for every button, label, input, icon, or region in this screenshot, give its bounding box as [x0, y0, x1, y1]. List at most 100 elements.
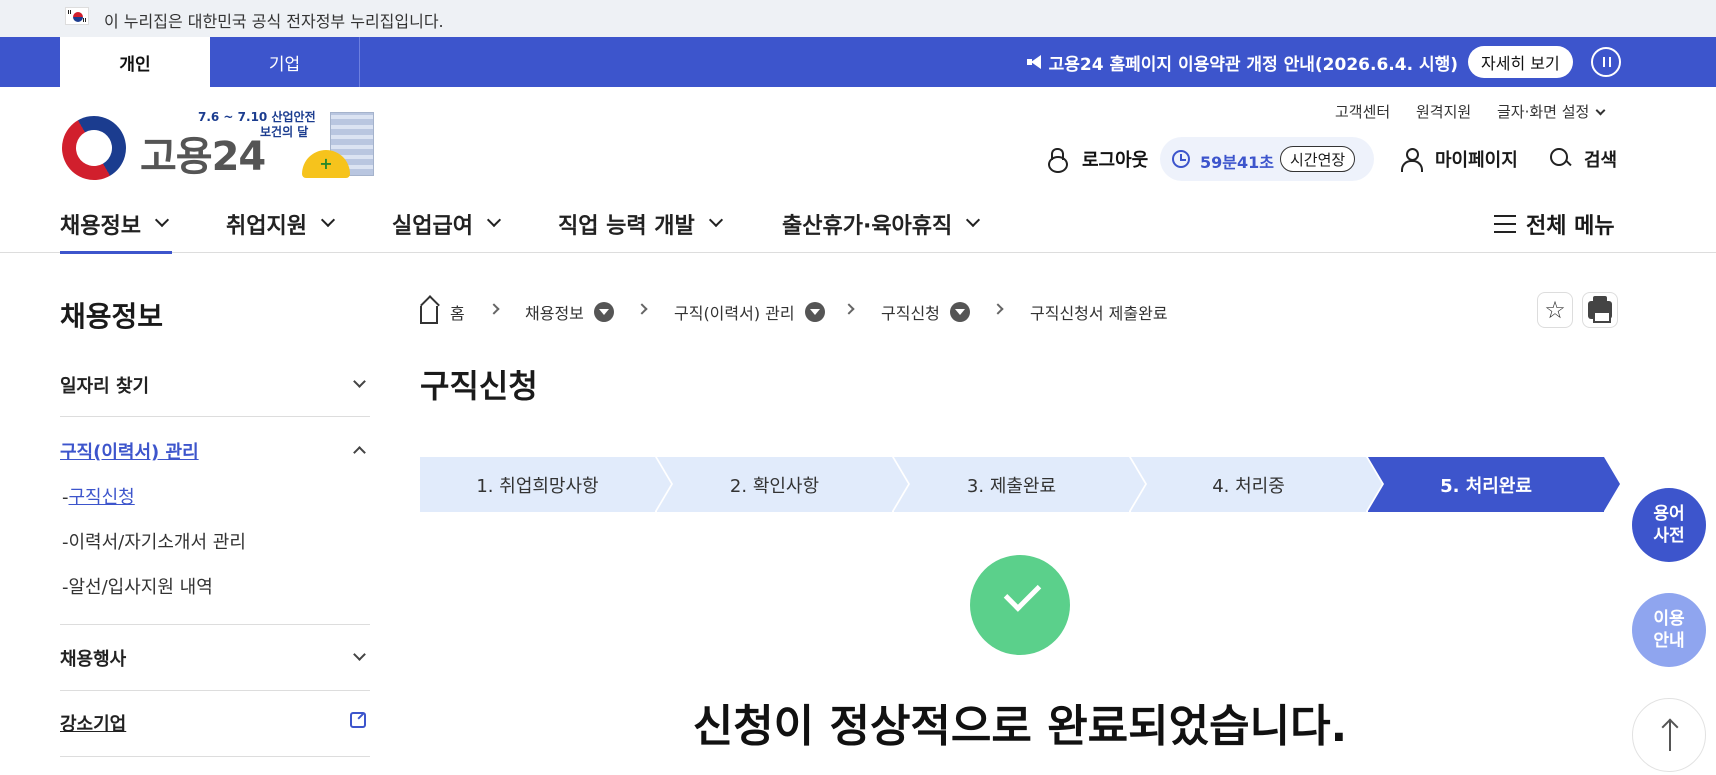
korea-flag-icon	[65, 7, 89, 25]
print-button[interactable]	[1582, 292, 1618, 328]
favorite-star-button[interactable]: ☆	[1537, 292, 1573, 328]
extend-time-button[interactable]: 시간연장	[1280, 146, 1356, 172]
breadcrumb-label: 구직신청서 제출완료	[1030, 304, 1168, 323]
chevron-down-icon	[353, 375, 366, 388]
chevron-down-icon	[353, 648, 366, 661]
side-title: 채용정보	[60, 300, 164, 333]
breadcrumb-label: 홈	[450, 304, 465, 323]
gnb-label: 출산휴가·육아휴직	[782, 214, 953, 239]
step-label: 2. 확인사항	[729, 475, 820, 497]
sub-item-application-history[interactable]: -알선/입사지원 내역	[62, 573, 213, 599]
usage-guide-button[interactable]: 이용 안내	[1632, 593, 1706, 667]
check-icon	[970, 555, 1070, 655]
lock-icon	[1048, 148, 1068, 173]
detail-button[interactable]: 자세히 보기	[1468, 46, 1573, 78]
progress-steps: 1. 취업희망사항 2. 확인사항 3. 제출완료 4. 처리중 5. 처리완료	[420, 457, 1620, 512]
step-5: 5. 처리완료	[1368, 457, 1620, 512]
gov-banner: 이 누리집은 대한민국 공식 전자정부 누리집입니다.	[0, 0, 1716, 37]
completion-message: 신청이 정상적으로 완료되었습니다.	[692, 701, 1348, 752]
search-button[interactable]: 검색	[1550, 146, 1617, 172]
logo-mark-icon[interactable]	[50, 104, 138, 192]
breadcrumb-label: 채용정보	[525, 304, 584, 323]
gnb-item-employment-support[interactable]: 취업지원	[226, 208, 336, 240]
breadcrumb-resume[interactable]: 구직(이력서) 관리	[674, 300, 825, 324]
side-item-job-events[interactable]: 채용행사	[60, 645, 370, 671]
scroll-top-button[interactable]	[1632, 698, 1706, 772]
home-icon	[420, 306, 438, 324]
sub-item-label: 알선/입사지원 내역	[68, 577, 213, 598]
step-label: 5. 처리완료	[1440, 475, 1532, 497]
step-4: 4. 처리중	[1131, 457, 1384, 512]
breadcrumb-home[interactable]: 홈	[420, 300, 465, 324]
tab-business[interactable]: 기업	[210, 37, 360, 87]
breadcrumb-application[interactable]: 구직신청	[881, 300, 970, 324]
badge-line-2: 보건의 달	[260, 125, 309, 139]
notice-text: 고용24 홈페이지 이용약관 개정 안내(2026.6.4. 시행)	[1048, 54, 1458, 75]
notice[interactable]: 고용24 홈페이지 이용약관 개정 안내(2026.6.4. 시행)	[1026, 37, 1458, 87]
divider	[60, 416, 370, 417]
chevron-right-icon	[992, 303, 1004, 315]
logout-button[interactable]: 로그아웃	[1048, 146, 1149, 173]
sub-item-resume[interactable]: -이력서/자기소개서 관리	[62, 528, 246, 554]
breadcrumb-current: 구직신청서 제출완료	[1030, 300, 1168, 324]
mypage-label: 마이페이지	[1435, 150, 1518, 171]
gnb-item-jobs[interactable]: 채용정보	[60, 208, 172, 254]
clock-icon	[1172, 150, 1190, 168]
chevron-up-icon	[353, 446, 366, 459]
gnb-item-skills[interactable]: 직업 능력 개발	[558, 208, 723, 240]
sub-item-job-application[interactable]: -구직신청	[62, 483, 135, 509]
hamburger-icon	[1494, 215, 1516, 233]
logout-label: 로그아웃	[1082, 150, 1149, 171]
sub-item-label: 이력서/자기소개서 관리	[68, 532, 246, 553]
all-menu-label: 전체 메뉴	[1526, 214, 1615, 239]
chevron-right-icon	[843, 303, 855, 315]
side-item-small-giants[interactable]: 강소기업	[60, 710, 370, 736]
side-item-resume-management[interactable]: 구직(이력서) 관리	[60, 438, 370, 464]
breadcrumb-label: 구직신청	[881, 304, 940, 323]
step-label: 3. 제출완료	[966, 475, 1057, 497]
display-settings-link[interactable]: 글자·화면 설정	[1497, 101, 1606, 122]
gnb-label: 직업 능력 개발	[558, 214, 695, 239]
chevron-down-icon	[1595, 105, 1606, 116]
badge-line-1: 7.6 ~ 7.10 산업안전	[198, 110, 316, 124]
dropdown-icon[interactable]	[949, 302, 970, 322]
gnb-label: 실업급여	[392, 214, 473, 239]
dropdown-icon[interactable]	[804, 302, 825, 322]
gnb-item-parental-leave[interactable]: 출산휴가·육아휴직	[782, 208, 981, 240]
page-title: 구직신청	[420, 367, 538, 405]
tab-personal[interactable]: 개인	[60, 37, 210, 87]
logo-badge: 7.6 ~ 7.10 산업안전 보건의 달	[198, 110, 316, 140]
glossary-button[interactable]: 용어 사전	[1632, 488, 1706, 562]
divider	[60, 624, 370, 625]
session-timer: 59분41초 시간연장	[1160, 137, 1374, 181]
sub-item-label: 구직신청	[68, 487, 135, 508]
mypage-button[interactable]: 마이페이지	[1401, 146, 1518, 172]
step-label: 1. 취업희망사항	[476, 475, 599, 497]
gnb-label: 채용정보	[60, 214, 141, 239]
breadcrumb-jobs[interactable]: 채용정보	[525, 300, 614, 324]
timer-text: 59분41초	[1200, 153, 1274, 172]
all-menu-button[interactable]: 전체 메뉴	[1494, 208, 1615, 240]
side-item-find-jobs[interactable]: 일자리 찾기	[60, 372, 370, 398]
remote-support-link[interactable]: 원격지원	[1416, 101, 1471, 122]
main-nav: 채용정보 취업지원 실업급여 직업 능력 개발 출산휴가·육아휴직 전체 메뉴	[0, 198, 1716, 254]
chevron-down-icon	[708, 212, 723, 228]
pause-icon[interactable]	[1591, 47, 1621, 77]
chevron-down-icon	[320, 212, 336, 228]
step-2: 2. 확인사항	[657, 457, 910, 512]
breadcrumb-label: 구직(이력서) 관리	[674, 304, 795, 323]
printer-icon	[1588, 296, 1612, 323]
chevron-right-icon	[488, 303, 500, 315]
step-label: 4. 처리중	[1212, 475, 1285, 497]
gnb-item-unemployment-benefit[interactable]: 실업급여	[392, 208, 502, 240]
search-label: 검색	[1584, 150, 1618, 171]
customer-center-link[interactable]: 고객센터	[1335, 101, 1390, 122]
star-icon: ☆	[1544, 296, 1566, 324]
gnb-label: 취업지원	[226, 214, 307, 239]
megaphone-icon	[1026, 55, 1043, 69]
dropdown-icon[interactable]	[593, 302, 614, 322]
side-item-label: 강소기업	[60, 714, 127, 735]
gov-banner-text: 이 누리집은 대한민국 공식 전자정부 누리집입니다.	[104, 12, 444, 31]
side-item-label: 채용행사	[60, 649, 127, 670]
chevron-down-icon	[966, 212, 981, 228]
